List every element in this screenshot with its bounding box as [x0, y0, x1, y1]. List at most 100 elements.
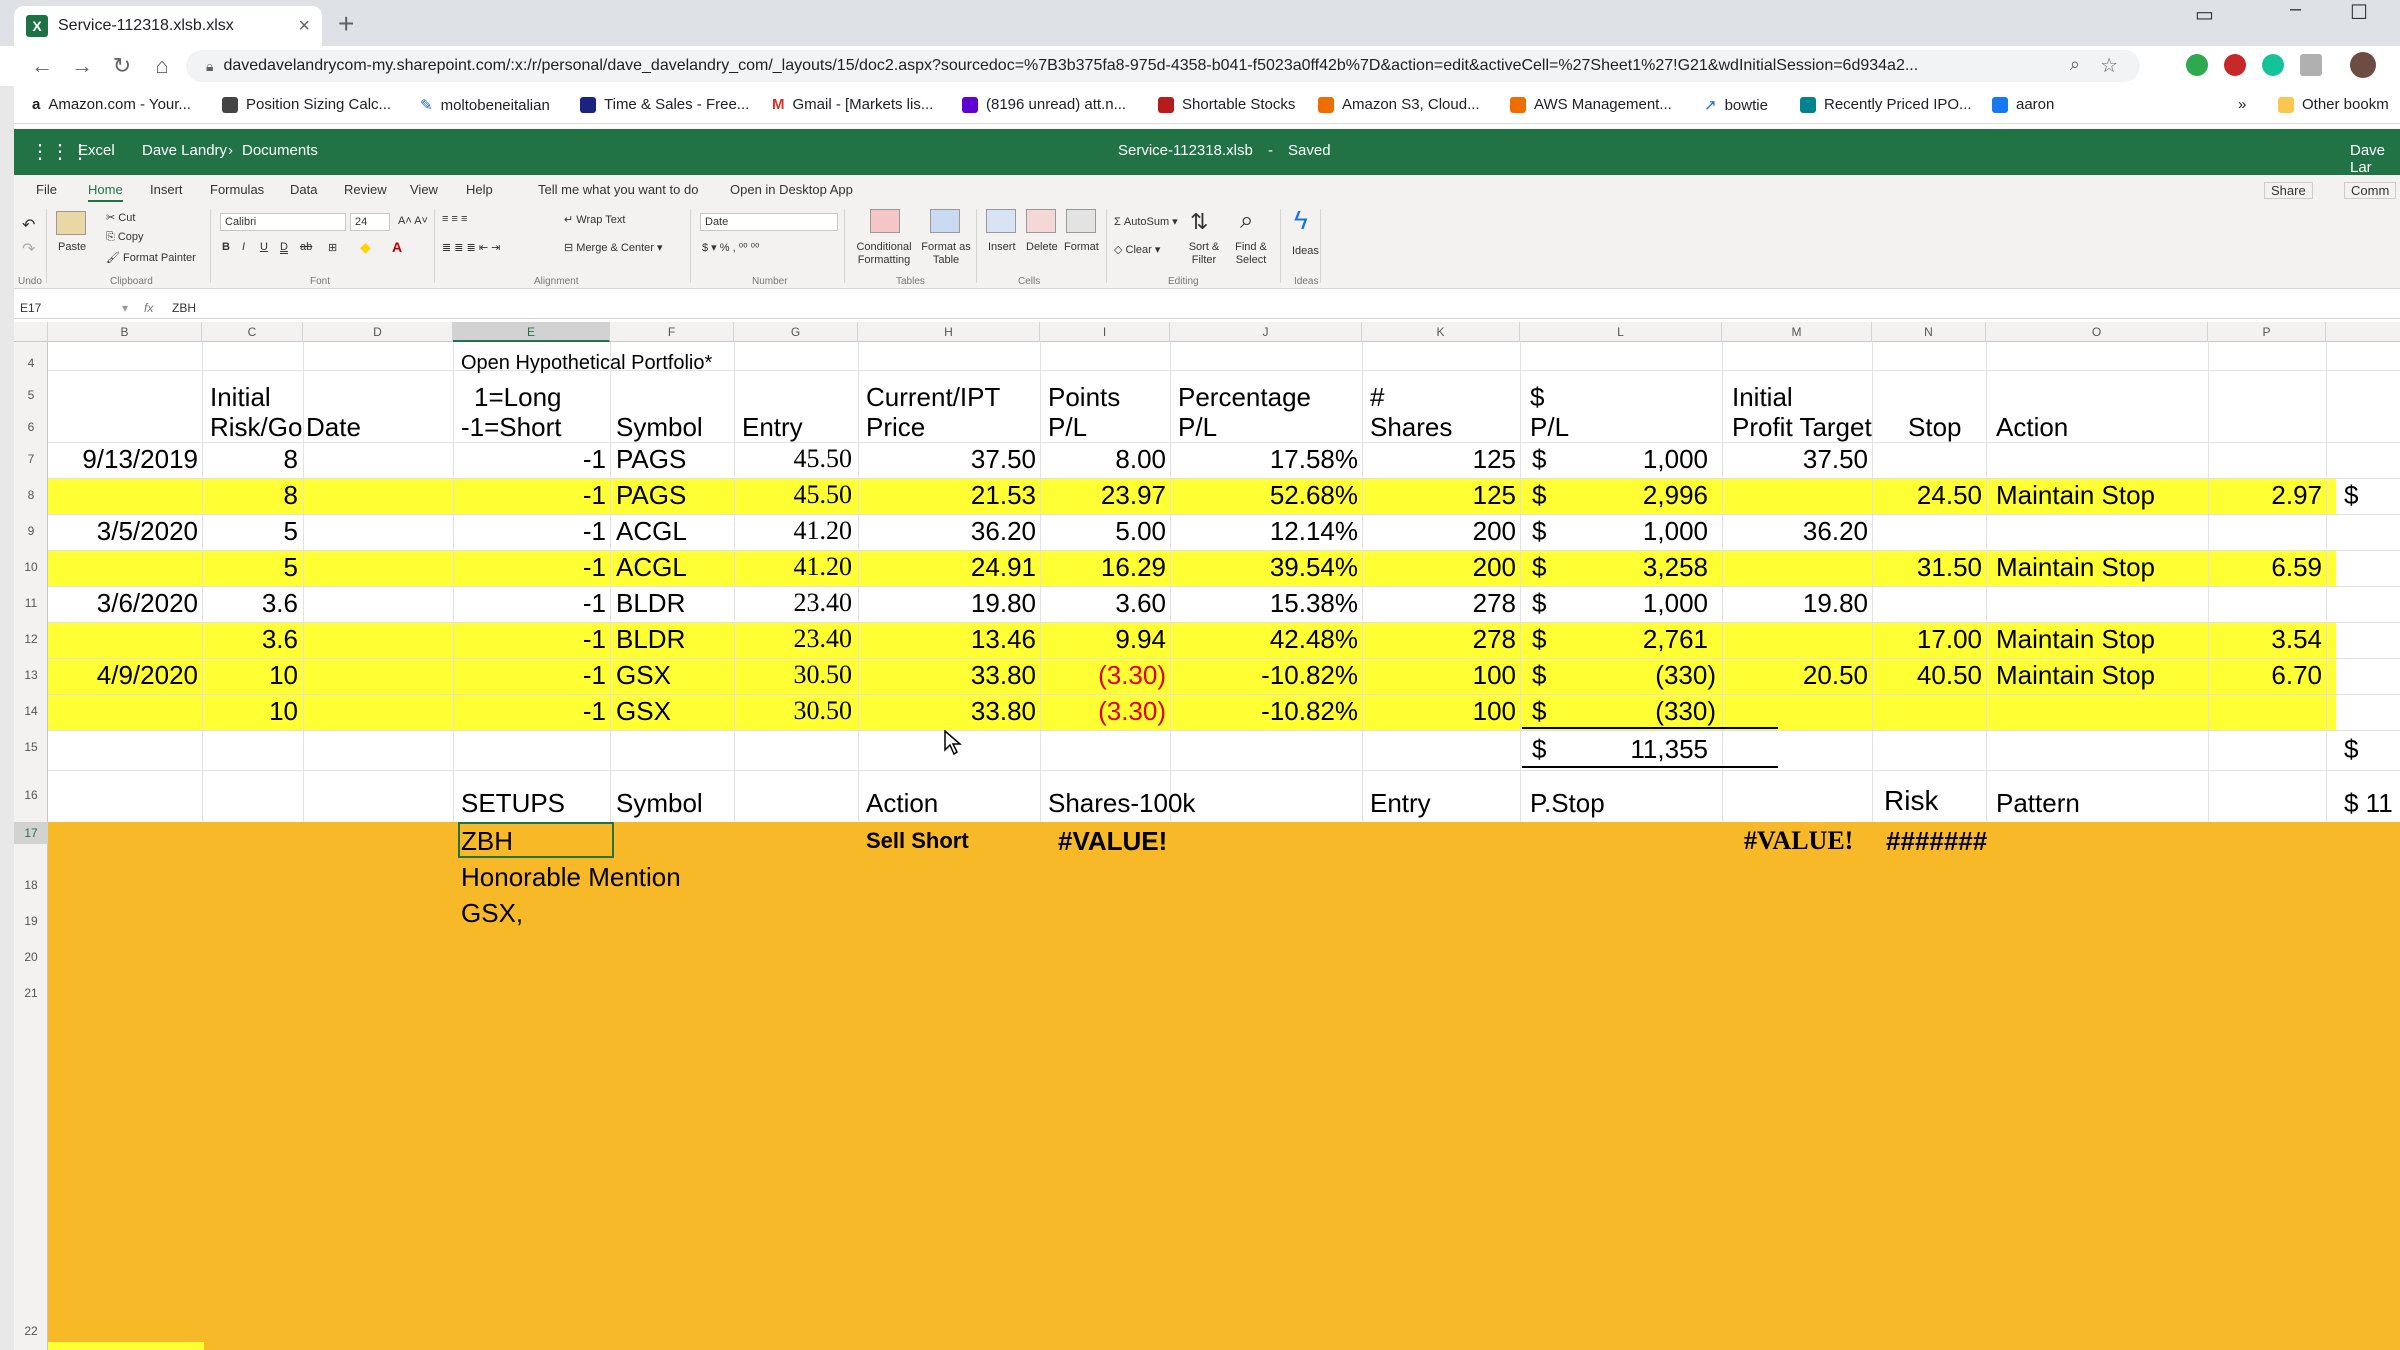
- cell-symbol[interactable]: GSX: [616, 696, 671, 726]
- extension-evernote-icon[interactable]: [2186, 54, 2208, 76]
- bookmark-other[interactable]: Other bookm: [2278, 96, 2389, 113]
- row-header[interactable]: 20: [14, 950, 48, 964]
- cell-date[interactable]: 4/9/2020: [48, 660, 198, 690]
- share-button[interactable]: Share: [2264, 182, 2313, 199]
- cell-target[interactable]: 36.20: [1728, 516, 1868, 546]
- breadcrumb-folder[interactable]: Documents: [242, 142, 318, 159]
- cell-percent[interactable]: -10.82%: [1178, 696, 1358, 726]
- cell-shares[interactable]: 200: [1368, 552, 1516, 582]
- cell-shares[interactable]: 200: [1368, 516, 1516, 546]
- cell-points[interactable]: 23.97: [1048, 480, 1166, 510]
- sheet-grid[interactable]: Open Hypothetical Portfolio* Initial 1=L…: [48, 342, 2400, 1350]
- cell-symbol[interactable]: PAGS: [616, 480, 686, 510]
- bookmark-amazon-s3[interactable]: Amazon S3, Cloud...: [1318, 96, 1480, 113]
- cell-percent[interactable]: 15.38%: [1178, 588, 1358, 618]
- close-tab-icon[interactable]: ×: [298, 15, 310, 38]
- bookmark-gmail[interactable]: M Gmail - [Markets lis...: [772, 96, 933, 113]
- grow-font-icon[interactable]: A˄ A˅: [398, 215, 428, 227]
- browser-tab[interactable]: X Service-112318.xlsb.xlsx ×: [14, 6, 322, 46]
- maximize-icon[interactable]: ☐: [2350, 0, 2368, 25]
- number-format-select[interactable]: Date: [700, 213, 838, 231]
- bookmark-aws[interactable]: AWS Management...: [1510, 96, 1672, 113]
- cell-symbol[interactable]: ACGL: [616, 516, 687, 546]
- tab-home[interactable]: Home: [88, 182, 123, 202]
- bookmark-amazon[interactable]: a Amazon.com - Your...: [32, 96, 191, 113]
- cell-risk[interactable]: 8: [206, 480, 298, 510]
- cell-pl[interactable]: 1,000: [1558, 516, 1708, 546]
- breadcrumb-owner[interactable]: Dave Landry: [142, 142, 227, 159]
- col-header-l[interactable]: L: [1520, 322, 1722, 342]
- ideas-lightning-icon[interactable]: ϟ: [1294, 205, 1308, 236]
- cell-entry[interactable]: 45.50: [740, 480, 853, 510]
- home-icon[interactable]: ⌂: [142, 53, 182, 79]
- col-header-c[interactable]: C: [202, 322, 303, 342]
- cell-price[interactable]: 24.91: [864, 552, 1036, 582]
- cell-points[interactable]: 16.29: [1048, 552, 1166, 582]
- cell-points[interactable]: 5.00: [1048, 516, 1166, 546]
- wrap-text-button[interactable]: ↵ Wrap Text: [564, 213, 625, 226]
- conditional-formatting-icon[interactable]: [870, 209, 900, 233]
- cell-risk[interactable]: 10: [206, 696, 298, 726]
- cell-shares[interactable]: 125: [1368, 444, 1516, 474]
- col-header-o[interactable]: O: [1986, 322, 2208, 342]
- forward-icon[interactable]: →: [62, 53, 102, 79]
- cell-symbol[interactable]: BLDR: [616, 588, 685, 618]
- total-pl[interactable]: 11,355: [1558, 734, 1708, 764]
- cell-price[interactable]: 36.20: [864, 516, 1036, 546]
- bookmark-aaron[interactable]: aaron: [1992, 96, 2054, 113]
- cell-entry[interactable]: 30.50: [740, 660, 853, 690]
- redo-icon[interactable]: ↷: [22, 239, 35, 259]
- insert-cells-button[interactable]: Insert: [988, 241, 1016, 253]
- row-header[interactable]: 11: [14, 596, 48, 610]
- cell-percent[interactable]: 42.48%: [1178, 624, 1358, 654]
- format-as-table-icon[interactable]: [930, 209, 960, 233]
- cell-points-negative[interactable]: (3.30): [1048, 696, 1166, 726]
- cell-p[interactable]: 3.54: [2218, 624, 2322, 654]
- format-cells-button[interactable]: Format: [1064, 241, 1099, 253]
- cell-stop[interactable]: 31.50: [1890, 552, 1982, 582]
- bookmark-moltobene[interactable]: ✎ moltobeneitalian: [420, 96, 550, 115]
- row-header[interactable]: 10: [14, 560, 48, 574]
- cell-points[interactable]: 9.94: [1048, 624, 1166, 654]
- autosum-button[interactable]: Σ AutoSum ▾: [1114, 215, 1178, 228]
- setup-risk-overflow[interactable]: #######: [1886, 826, 1987, 856]
- cell-risk[interactable]: 10: [206, 660, 298, 690]
- cell-price[interactable]: 21.53: [864, 480, 1036, 510]
- cell-price[interactable]: 37.50: [864, 444, 1036, 474]
- cell-entry[interactable]: 23.40: [740, 624, 853, 654]
- extension-vivaldi-icon[interactable]: [2224, 54, 2246, 76]
- merge-center-button[interactable]: ⊟ Merge & Center ▾: [564, 241, 663, 254]
- setup-target-error[interactable]: #VALUE!: [1744, 826, 1853, 856]
- font-size-select[interactable]: 24: [350, 213, 390, 231]
- cell-p[interactable]: 2.97: [2218, 480, 2322, 510]
- cell-action[interactable]: Maintain Stop: [1996, 480, 2155, 510]
- row-header[interactable]: 12: [14, 632, 48, 646]
- cell-percent[interactable]: -10.82%: [1178, 660, 1358, 690]
- reload-icon[interactable]: ↻: [102, 53, 142, 79]
- cell-pl[interactable]: (330): [1558, 696, 1716, 726]
- cell-direction[interactable]: -1: [458, 480, 606, 510]
- cell-direction[interactable]: -1: [458, 624, 606, 654]
- cell-risk[interactable]: 3.6: [206, 588, 298, 618]
- tab-review[interactable]: Review: [344, 182, 387, 197]
- cell-shares[interactable]: 125: [1368, 480, 1516, 510]
- cell-risk[interactable]: 5: [206, 516, 298, 546]
- borders-icon[interactable]: ⊞: [328, 241, 337, 254]
- undo-icon[interactable]: ↶: [22, 215, 35, 235]
- function-icon[interactable]: fx: [144, 301, 153, 315]
- setup-symbol-cell[interactable]: ZBH: [461, 826, 513, 856]
- currency-percent-icons[interactable]: $ ▾ % , ⁰⁰ ⁰⁰: [702, 241, 759, 254]
- minimize-icon[interactable]: –: [2290, 0, 2301, 21]
- conditional-formatting-button[interactable]: Conditional Formatting: [848, 241, 920, 267]
- cell-stop[interactable]: 40.50: [1890, 660, 1982, 690]
- cell-points-negative[interactable]: (3.30): [1048, 660, 1166, 690]
- cell-shares[interactable]: 278: [1368, 624, 1516, 654]
- window-menu-icon[interactable]: ▭: [2195, 2, 2214, 27]
- row-header[interactable]: 6: [14, 420, 48, 434]
- align-top-icon[interactable]: ≡ ≡ ≡: [442, 213, 467, 225]
- extension-pdf-icon[interactable]: [2300, 54, 2322, 76]
- row-header[interactable]: 19: [14, 914, 48, 928]
- col-header-h[interactable]: H: [858, 322, 1040, 342]
- cell-pl[interactable]: 2,996: [1558, 480, 1708, 510]
- bookmarks-overflow-icon[interactable]: »: [2238, 96, 2246, 113]
